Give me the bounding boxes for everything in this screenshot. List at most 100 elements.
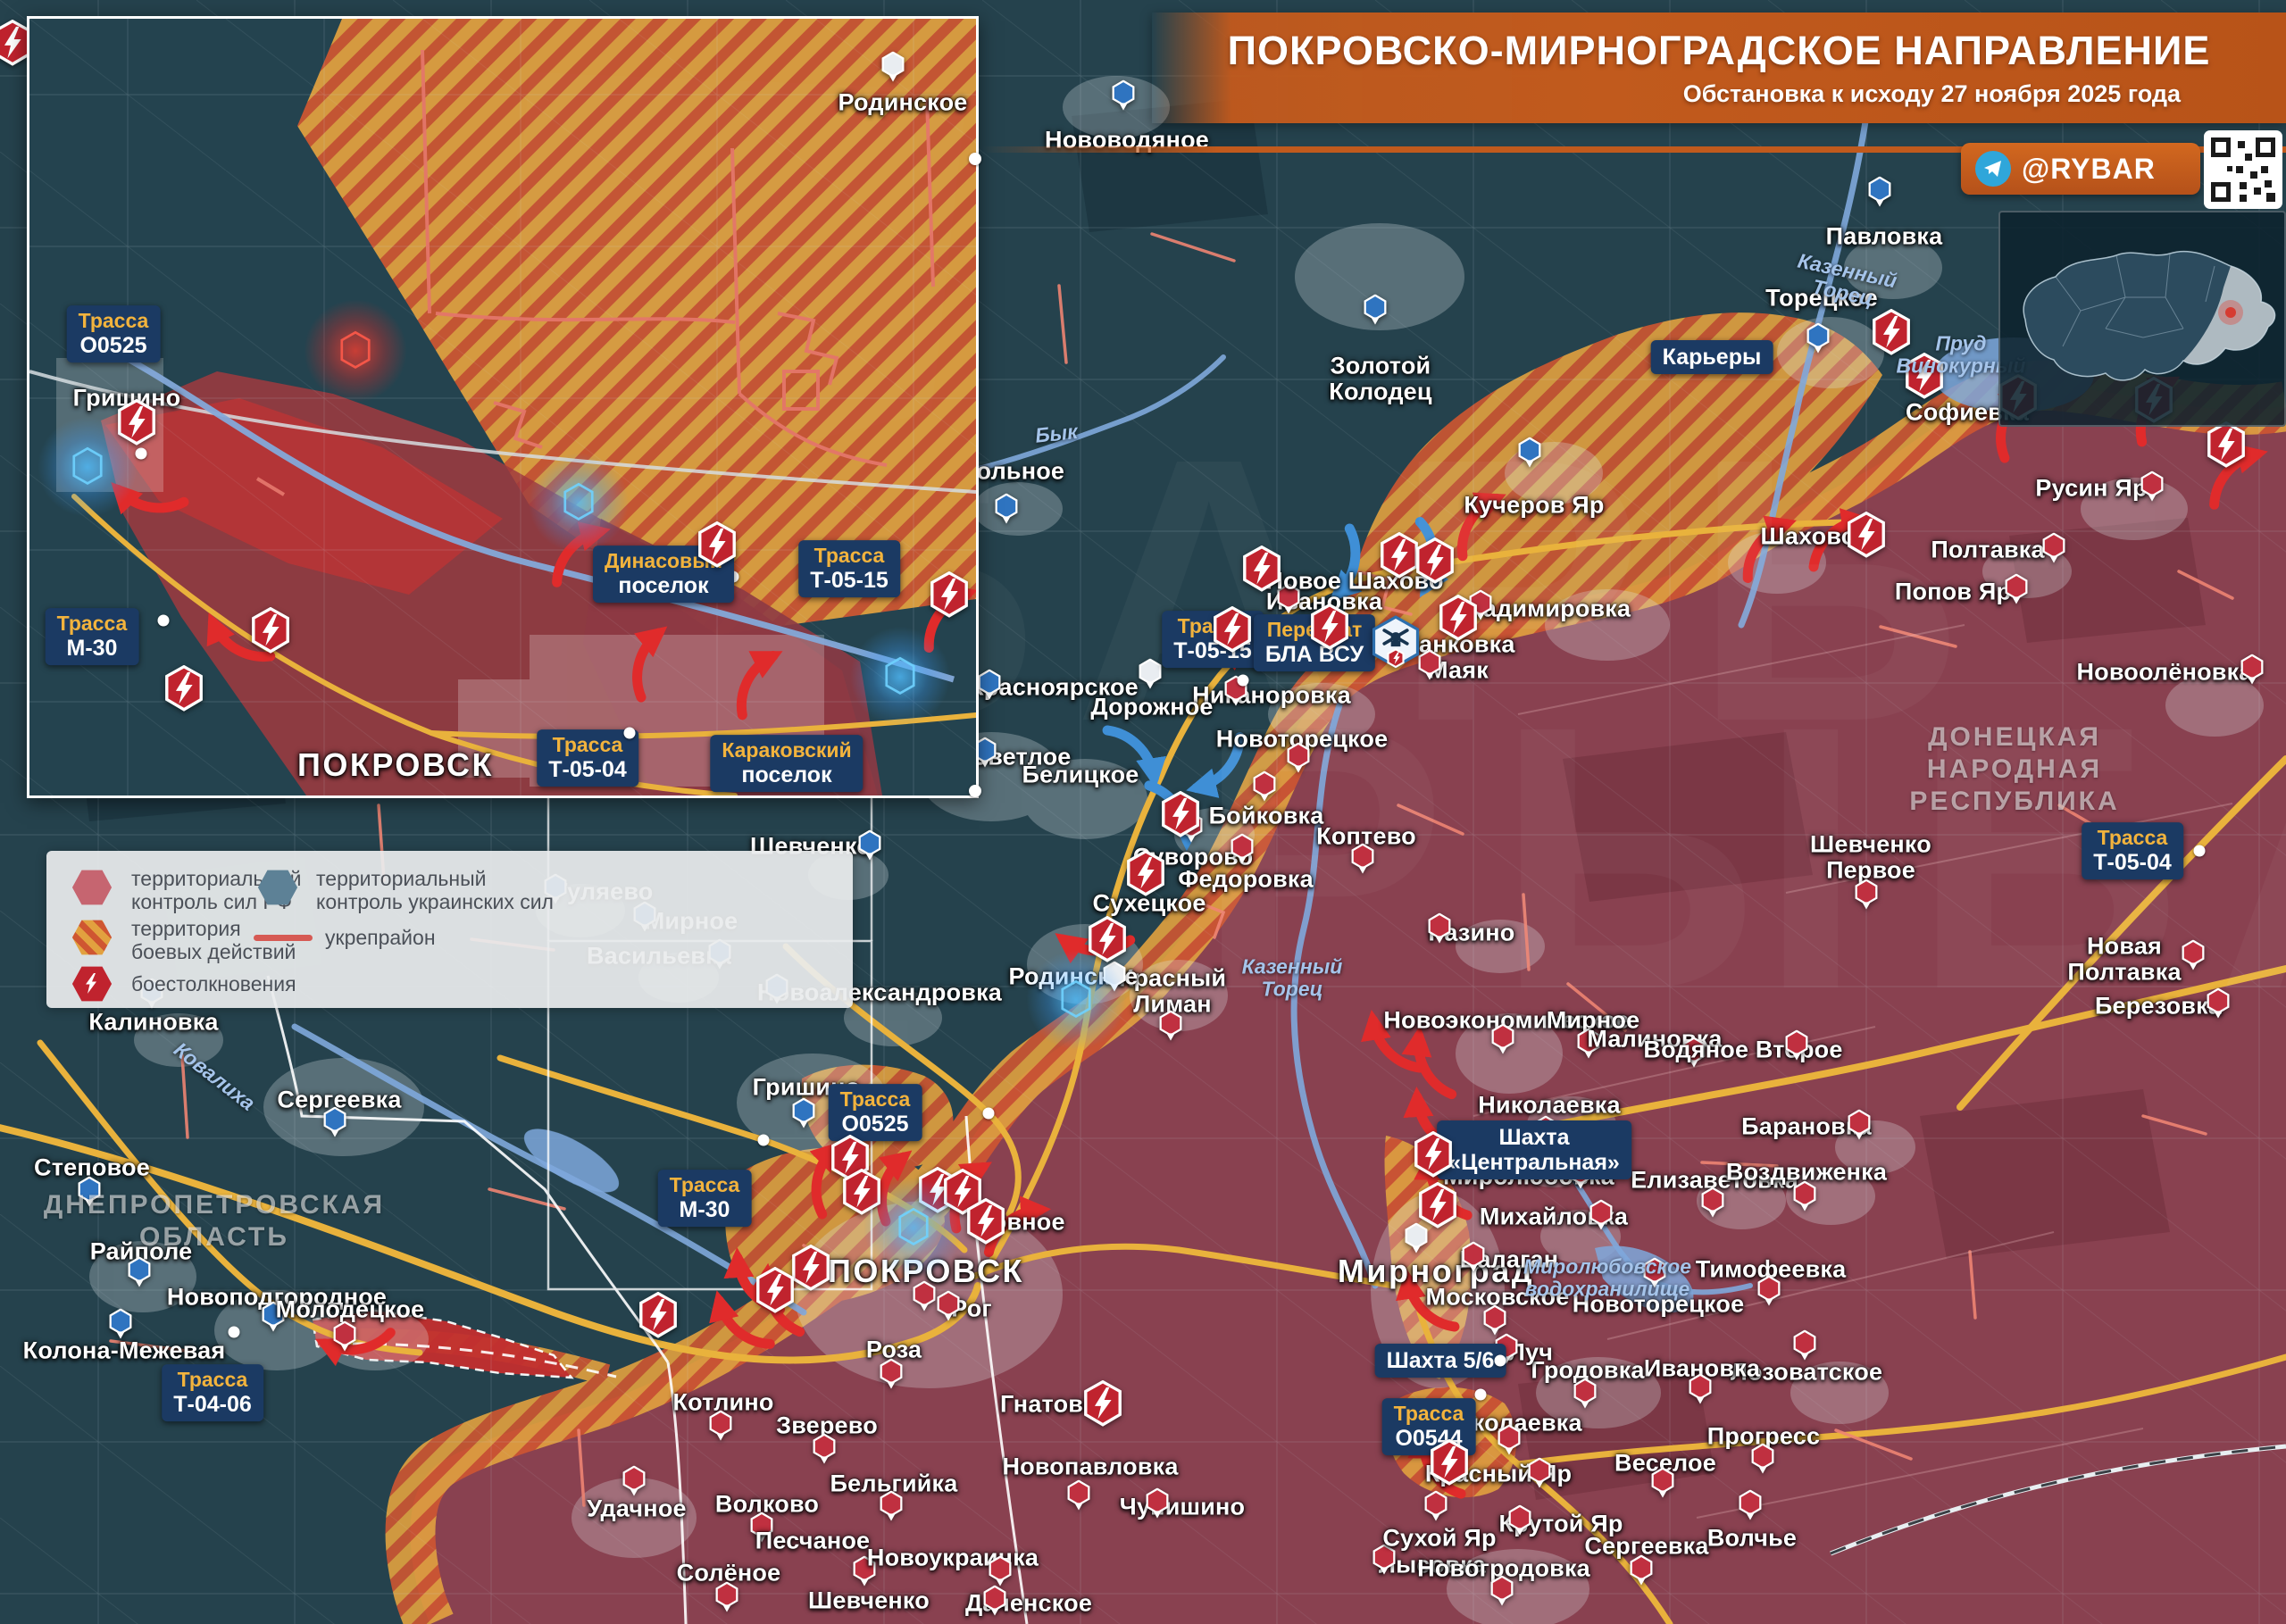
place-pin [1364, 295, 1388, 326]
region-label: ДОНЕЦКАЯ НАРОДНАЯ РЕСПУБЛИКА [1909, 721, 2119, 818]
road-connector-dot [229, 1327, 240, 1338]
place-label: Калиновка [88, 1010, 218, 1036]
legend: территориальный контроль сил РФ территор… [46, 851, 853, 1008]
title-banner: ПОКРОВСКО-МИРНОГРАДСКОЕ НАПРАВЛЕНИЕ Обст… [1152, 12, 2286, 123]
clash-icon [790, 1245, 831, 1291]
place-pin [978, 670, 1002, 701]
place-pin [1112, 80, 1136, 112]
legend-label: укрепрайон [325, 926, 436, 949]
map-label-line: поселок [722, 762, 851, 787]
map-canvas[interactable]: РЫБАРЬ РЫБАРЬ Нововодяное Золотой Колоде… [0, 0, 2286, 1624]
clash-icon [1438, 595, 1479, 641]
place-label: Удачное [587, 1496, 686, 1522]
place-pin [109, 1309, 133, 1340]
clash-icon [1309, 604, 1350, 650]
place-pin [1630, 1555, 1654, 1587]
place-pin [1146, 1488, 1170, 1520]
clash-icon [638, 1292, 679, 1338]
place-pin [1848, 1110, 1872, 1141]
strike-glow [1022, 946, 1130, 1054]
place-pin [709, 1411, 733, 1442]
place-label: Волчье [1707, 1526, 1797, 1552]
place-pin [1287, 743, 1311, 774]
place-pin [1739, 1490, 1763, 1521]
qr-code [2204, 130, 2282, 209]
map-label: Караковскийпоселок [710, 735, 863, 792]
place-label: Попов Яр [1895, 579, 2011, 605]
clash-icon [1160, 791, 1201, 837]
place-pin [1751, 1444, 1775, 1475]
road-label: ТрассаО0525 [829, 1084, 922, 1141]
place-label: Колона-Межевая [23, 1338, 226, 1364]
road-label: ТрассаТ-04-06 [162, 1364, 263, 1421]
map-label-line: Шахта 5/6 [1387, 1348, 1495, 1373]
place-label: Николаевка [1478, 1093, 1620, 1119]
place-pin [792, 1098, 816, 1129]
place-pin [1139, 659, 1163, 690]
rybar-badge: @RYBAR [1961, 143, 2200, 195]
place-pin [2140, 471, 2165, 503]
place-pin [1806, 323, 1831, 354]
place-pin [1855, 879, 1879, 911]
strike-glow [847, 623, 954, 730]
place-label: Песчаное [755, 1528, 871, 1554]
inset-map: Родинское ГришиноПОКРОВСКТрассаО0525Трас… [27, 16, 979, 798]
map-label-line: поселок [605, 573, 722, 598]
place-pin [881, 52, 905, 83]
place-pin [880, 1359, 904, 1390]
place-pin [813, 1434, 837, 1465]
place-pin [2005, 574, 2029, 605]
map-label-line: Карьеры [1663, 345, 1762, 370]
map-label: Карьеры [1651, 340, 1773, 374]
road-connector-dot [158, 615, 170, 627]
clash-icon [1125, 850, 1166, 896]
place-label: Дорожное [1090, 695, 1213, 720]
strike-glow [302, 297, 409, 404]
place-label: Шевченко Первое [1810, 831, 1931, 882]
legend-swatch-rf-control [71, 869, 113, 906]
place-pin [858, 830, 882, 862]
clash-icon [1082, 1380, 1123, 1427]
clash-icon [250, 607, 291, 654]
place-pin [1701, 1187, 1725, 1219]
place-label: Федоровка [1178, 867, 1314, 893]
clash-icon [2206, 421, 2247, 468]
clash-icon [1846, 512, 1887, 558]
place-pin [1424, 1491, 1448, 1522]
map-label: Шахта«Центральная» [1437, 1120, 1631, 1179]
place-pin [1067, 1480, 1091, 1512]
place-label: Шевченко [808, 1588, 930, 1614]
place-pin [2207, 988, 2231, 1020]
map-label-line: Шахта [1448, 1125, 1620, 1150]
place-label: Бойковка [1209, 804, 1324, 829]
river-label: Ковалиха [170, 1038, 259, 1115]
clash-icon [163, 665, 204, 712]
place-pin [1231, 834, 1255, 865]
place-label: Белицкое [1022, 762, 1139, 788]
region-label: ДНЕПРОПЕТРОВСКАЯ ОБЛАСТЬ [44, 1189, 385, 1253]
clash-icon [1429, 1439, 1470, 1486]
place-pin [1491, 1024, 1515, 1055]
clash-icon [1241, 545, 1282, 592]
map-label-line: «Центральная» [1448, 1150, 1620, 1175]
road-connector-dot [1475, 1389, 1487, 1401]
road-label: ТрассаО0525 [67, 305, 161, 362]
road-connector-dot [983, 1108, 995, 1120]
road-connector-dot [2194, 845, 2206, 857]
brand-label: @RYBAR [2022, 153, 2156, 186]
place-pin [1573, 1378, 1598, 1410]
road-label: ТрассаМ-30 [658, 1170, 752, 1227]
legend-swatch-fortified-line [254, 935, 313, 941]
place-label: Золотой Колодец [1329, 353, 1431, 404]
road-label: ТрассаТ-05-04 [537, 729, 638, 787]
place-label: Кучеров Яр [1464, 493, 1604, 519]
strike-glow [525, 449, 632, 556]
road-connector-dot [1238, 675, 1249, 687]
place-pin [1757, 1276, 1781, 1307]
page-subtitle: Обстановка к исходу 27 ноября 2025 года [1152, 80, 2286, 108]
road-label: ТрассаМ-30 [46, 608, 139, 665]
place-pin [2240, 654, 2265, 686]
place-label: Никаноровка [1192, 683, 1351, 709]
place-pin [1518, 437, 1542, 469]
place-label: Шахово [1761, 524, 1856, 550]
